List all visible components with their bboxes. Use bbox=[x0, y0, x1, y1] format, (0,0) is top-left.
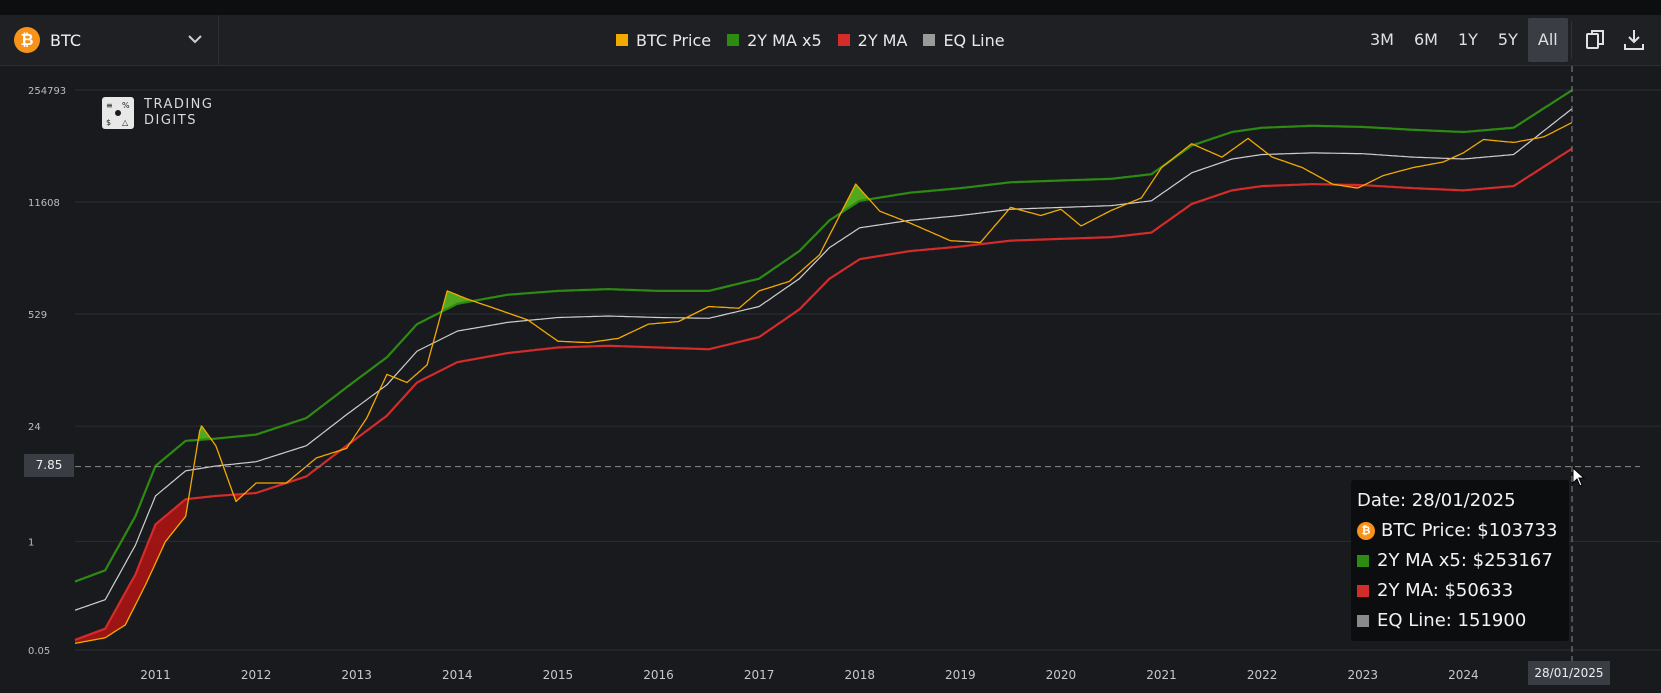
tooltip-ma5: 2Y MA x5: $253167 bbox=[1357, 550, 1553, 571]
tooltip-ma5-text: 2Y MA x5: $253167 bbox=[1377, 550, 1553, 571]
tooltip-btc-price: ₿ BTC Price: $103733 bbox=[1357, 520, 1557, 541]
x-tick-label: 2020 bbox=[1046, 668, 1077, 682]
legend-item-4[interactable]: EQ Line bbox=[923, 30, 1005, 50]
legend-label: 2Y MA bbox=[857, 30, 908, 50]
copy-icon[interactable] bbox=[1583, 28, 1607, 52]
y-tick-label: 11608 bbox=[28, 198, 60, 209]
y-tick-label: 0.05 bbox=[28, 646, 50, 657]
data-tooltip: Date: 28/01/2025 ₿ BTC Price: $103733 2Y… bbox=[1351, 480, 1569, 641]
window-top-strip bbox=[0, 0, 1661, 15]
undervalued-fill bbox=[75, 499, 188, 644]
trading-digits-logo-icon: ≡ % $ △ bbox=[102, 97, 134, 129]
bitcoin-icon: ₿ bbox=[14, 27, 40, 53]
ma5-swatch bbox=[1357, 554, 1369, 567]
crosshair-date: 28/01/2025 bbox=[1528, 661, 1610, 685]
svg-text:△: △ bbox=[122, 118, 129, 127]
x-tick-label: 2024 bbox=[1448, 668, 1479, 682]
legend-label: 2Y MA x5 bbox=[747, 30, 822, 50]
chart-toolbar: ₿ BTC BTC Price 2Y MA x5 2Y MA EQ Line 3M 6M… bbox=[0, 15, 1661, 66]
legend-label: EQ Line bbox=[943, 30, 1005, 50]
bitcoin-icon: ₿ bbox=[1357, 521, 1375, 540]
svg-text:$: $ bbox=[106, 118, 111, 127]
asset-name: BTC bbox=[50, 30, 81, 50]
x-tick-label: 2015 bbox=[543, 668, 574, 682]
range-button-6m[interactable]: 6M bbox=[1404, 18, 1448, 62]
watermark-logo: ≡ % $ △ TRADING DIGITS bbox=[102, 97, 213, 129]
series-line-btc-price bbox=[74, 122, 1573, 645]
chart-legend: BTC Price 2Y MA x5 2Y MA EQ Line bbox=[616, 15, 1005, 65]
tooltip-ma-text: 2Y MA: $50633 bbox=[1377, 580, 1514, 601]
tooltip-ma: 2Y MA: $50633 bbox=[1357, 580, 1513, 601]
asset-selector[interactable]: ₿ BTC bbox=[0, 15, 219, 65]
x-tick-label: 2012 bbox=[241, 668, 272, 682]
x-tick-label: 2016 bbox=[643, 668, 674, 682]
y-tick-label: 24 bbox=[28, 422, 41, 433]
range-button-3m[interactable]: 3M bbox=[1360, 18, 1404, 62]
series-line-2y-ma bbox=[74, 147, 1573, 641]
legend-label: BTC Price bbox=[636, 30, 712, 50]
tooltip-btc-price-text: BTC Price: $103733 bbox=[1381, 520, 1558, 541]
legend-swatch bbox=[727, 34, 740, 46]
x-tick-label: 2013 bbox=[341, 668, 372, 682]
watermark-line-2: DIGITS bbox=[144, 113, 197, 128]
crosshair-y-value: 7.85 bbox=[24, 454, 74, 477]
legend-item-2[interactable]: 2Y MA x5 bbox=[727, 31, 822, 50]
watermark-line-1: TRADING bbox=[144, 97, 214, 112]
legend-swatch bbox=[616, 34, 628, 46]
legend-swatch bbox=[923, 34, 936, 46]
x-tick-label: 2011 bbox=[140, 668, 171, 682]
y-tick-label: 254793 bbox=[28, 86, 66, 97]
chevron-down-icon bbox=[188, 35, 202, 44]
tooltip-date: Date: 28/01/2025 bbox=[1357, 490, 1516, 511]
ma-swatch bbox=[1357, 584, 1369, 597]
range-button-all[interactable]: All bbox=[1527, 18, 1568, 62]
legend-item-3[interactable]: 2Y MA bbox=[837, 30, 908, 50]
svg-text:%: % bbox=[122, 101, 130, 110]
x-tick-label: 2019 bbox=[945, 668, 976, 682]
eq-swatch bbox=[1357, 614, 1369, 627]
legend-item-1[interactable]: BTC Price bbox=[616, 31, 711, 50]
mouse-cursor-icon bbox=[1572, 467, 1586, 487]
overvalued-fill bbox=[198, 424, 211, 440]
y-tick-label: 529 bbox=[28, 310, 47, 321]
toolbar-divider bbox=[1571, 21, 1572, 59]
download-icon[interactable] bbox=[1622, 28, 1646, 52]
legend-swatch bbox=[837, 34, 850, 46]
svg-text:≡: ≡ bbox=[106, 101, 113, 110]
x-tick-label: 2022 bbox=[1247, 668, 1278, 682]
x-tick-label: 2017 bbox=[744, 668, 775, 682]
tooltip-eq: EQ Line: 151900 bbox=[1357, 610, 1526, 631]
x-tick-label: 2021 bbox=[1146, 668, 1177, 682]
series-line-2y-ma-x5 bbox=[74, 89, 1573, 583]
x-tick-label: 2023 bbox=[1347, 668, 1378, 682]
overvalued-fill bbox=[841, 184, 869, 213]
tooltip-date-text: Date: 28/01/2025 bbox=[1357, 490, 1516, 511]
range-button-1y[interactable]: 1Y bbox=[1448, 18, 1488, 62]
x-tick-label: 2018 bbox=[844, 668, 875, 682]
range-button-5y[interactable]: 5Y bbox=[1488, 18, 1528, 62]
tooltip-eq-text: EQ Line: 151900 bbox=[1377, 610, 1527, 631]
y-tick-label: 1 bbox=[28, 537, 34, 548]
range-selector: 3M 6M 1Y 5Y All bbox=[1360, 15, 1568, 65]
x-tick-label: 2014 bbox=[442, 668, 473, 682]
